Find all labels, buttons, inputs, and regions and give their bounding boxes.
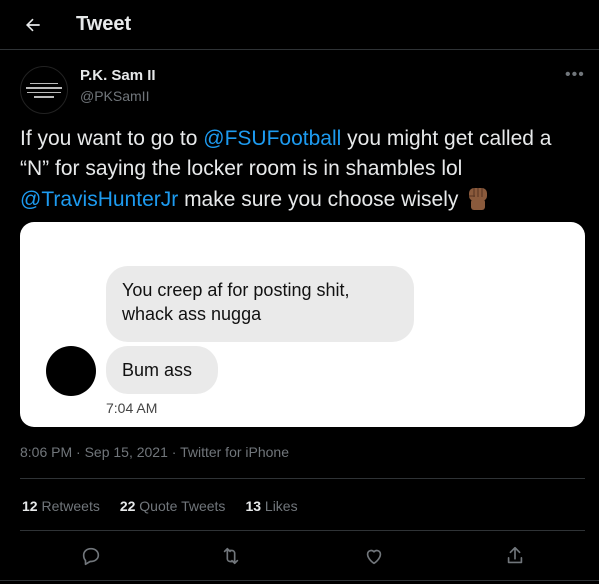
like-icon [366, 549, 382, 565]
reply-icon [82, 547, 100, 566]
tweet-text-part: If you want to go to [20, 127, 204, 150]
message-bubble: You creep af for posting shit, whack ass… [106, 266, 414, 342]
author-handle[interactable]: @PKSamII [80, 88, 149, 104]
mention-link[interactable]: @FSUFootball [203, 127, 341, 150]
tweet-text-part: make sure you choose wisely [178, 188, 465, 211]
reply-button[interactable] [77, 542, 105, 570]
author-name[interactable]: P.K. Sam II [80, 67, 156, 84]
retweets-stat[interactable]: 12 Retweets [22, 498, 100, 514]
share-icon [507, 546, 523, 564]
tweet-meta: 8:06 PM · Sep 15, 2021 · Twitter for iPh… [20, 444, 290, 460]
retweet-button[interactable] [217, 542, 245, 570]
retweets-count: 12 [22, 498, 38, 514]
divider [0, 580, 599, 581]
quote-tweets-stat[interactable]: 22 Quote Tweets [120, 498, 226, 514]
top-bar: Tweet [0, 0, 599, 50]
retweet-icon [223, 547, 239, 565]
tweet-text: If you want to go to @FSUFootball you mi… [20, 124, 585, 215]
mention-link[interactable]: @TravisHunterJr [20, 188, 178, 211]
ellipsis-icon[interactable]: ••• [565, 66, 585, 84]
arrow-left-icon [26, 18, 40, 32]
avatar[interactable] [20, 66, 68, 114]
quote-tweets-count: 22 [119, 498, 136, 514]
divider [20, 530, 585, 531]
tweet-stats: 12 Retweets 22 Quote Tweets 13 Likes [22, 498, 298, 514]
page-title: Tweet [76, 13, 132, 35]
like-button[interactable] [360, 542, 388, 570]
quote-tweets-label: Quote Tweets [139, 498, 226, 514]
likes-label: Likes [264, 498, 298, 514]
screenshot-image[interactable]: You creep af for posting shit, whack ass… [20, 222, 585, 427]
raised-fist-icon [464, 184, 492, 212]
message-avatar [46, 346, 96, 396]
divider [20, 478, 585, 479]
likes-count: 13 [245, 498, 262, 514]
message-time: 7:04 AM [106, 400, 158, 416]
back-button[interactable] [20, 12, 46, 38]
message-bubble: Bum ass [106, 346, 218, 394]
likes-stat[interactable]: 13 Likes [245, 498, 297, 514]
share-button[interactable] [501, 542, 529, 570]
retweets-label: Retweets [41, 498, 100, 514]
action-bar [0, 542, 599, 570]
